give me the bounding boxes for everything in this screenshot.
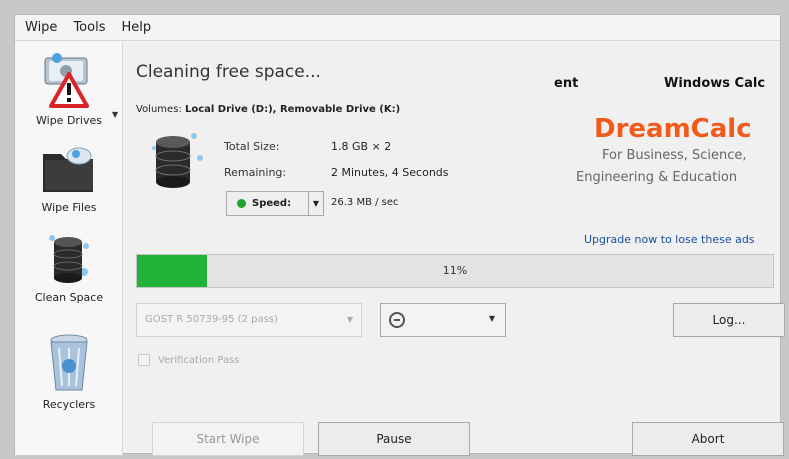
status-dot-icon	[237, 199, 246, 208]
pause-button[interactable]: Pause	[318, 422, 470, 456]
chevron-down-icon: ▼	[346, 315, 353, 324]
main-panel: Cleaning free space... Volumes: Local Dr…	[124, 42, 785, 456]
wipe-files-icon	[43, 147, 93, 192]
chevron-down-icon: ▼	[488, 314, 495, 323]
page-title: Cleaning free space...	[136, 62, 321, 82]
sidebar-item-label: Wipe Files	[41, 201, 97, 214]
verification-checkbox[interactable]: Verification Pass	[138, 354, 240, 366]
checkbox-icon	[138, 354, 150, 366]
progress-percent: 11%	[442, 264, 468, 277]
remaining-value: 2 Minutes, 4 Seconds	[331, 166, 449, 179]
progress-bar: 11%	[136, 254, 774, 288]
recycle-bin-icon	[50, 334, 88, 391]
log-button[interactable]: Log...	[673, 303, 785, 337]
speed-label: Speed:	[252, 198, 292, 209]
sidebar-item-label: Recyclers	[42, 398, 96, 411]
stop-icon	[389, 312, 405, 328]
app-window: Wipe Tools Help ▼ Wipe Drives Wipe Files…	[14, 14, 785, 456]
sidebar-item-recyclers[interactable]: Recyclers	[15, 334, 123, 420]
volumes-label: Volumes:	[136, 104, 185, 115]
wipe-drives-icon	[44, 53, 89, 108]
wipe-method-value: GOST R 50739-95 (2 pass)	[145, 314, 278, 325]
remaining-label: Remaining:	[224, 166, 287, 179]
verification-label: Verification Pass	[158, 354, 240, 366]
database-icon	[49, 235, 89, 283]
action-select[interactable]: ▼	[380, 303, 506, 337]
sidebar-item-wipe-drives[interactable]: ▼ Wipe Drives	[15, 50, 123, 132]
upgrade-link[interactable]: Upgrade now to lose these ads	[584, 233, 755, 246]
sidebar-item-clean-space[interactable]: Clean Space	[15, 228, 123, 312]
abort-button[interactable]: Abort	[632, 422, 784, 456]
database-icon	[152, 133, 203, 188]
ad-brand[interactable]: DreamCalc	[594, 114, 752, 144]
speed-button[interactable]: Speed: ▼	[226, 191, 324, 216]
total-size-value: 1.8 GB × 2	[331, 140, 392, 153]
sidebar-item-wipe-files[interactable]: Wipe Files	[15, 140, 123, 222]
ad-tagline: Engineering & Education	[576, 170, 738, 185]
menu-bar: Wipe Tools Help	[15, 15, 780, 41]
speed-value: 26.3 MB / sec	[331, 197, 399, 208]
volumes-value: Local Drive (D:), Removable Drive (K:)	[184, 104, 401, 115]
ad-tagline: For Business, Science,	[602, 148, 747, 163]
wipe-method-select[interactable]: GOST R 50739-95 (2 pass) ▼	[136, 303, 362, 337]
total-size-label: Total Size:	[224, 140, 280, 153]
sidebar-item-label: Wipe Drives	[36, 114, 102, 127]
menu-tools[interactable]: Tools	[73, 20, 105, 35]
ad-headline[interactable]: Windows Calc	[664, 76, 765, 91]
chevron-down-icon[interactable]: ▼	[308, 192, 323, 215]
volumes-line: Volumes: Local Drive (D:), Removable Dri…	[136, 104, 400, 115]
start-wipe-button[interactable]: Start Wipe	[152, 422, 304, 456]
ad-fragment[interactable]: ent	[554, 76, 578, 91]
sidebar: ▼ Wipe Drives Wipe Files Clean Space Rec…	[15, 42, 123, 455]
sidebar-item-label: Clean Space	[34, 291, 104, 304]
menu-help[interactable]: Help	[121, 20, 151, 35]
menu-wipe[interactable]: Wipe	[25, 20, 57, 35]
